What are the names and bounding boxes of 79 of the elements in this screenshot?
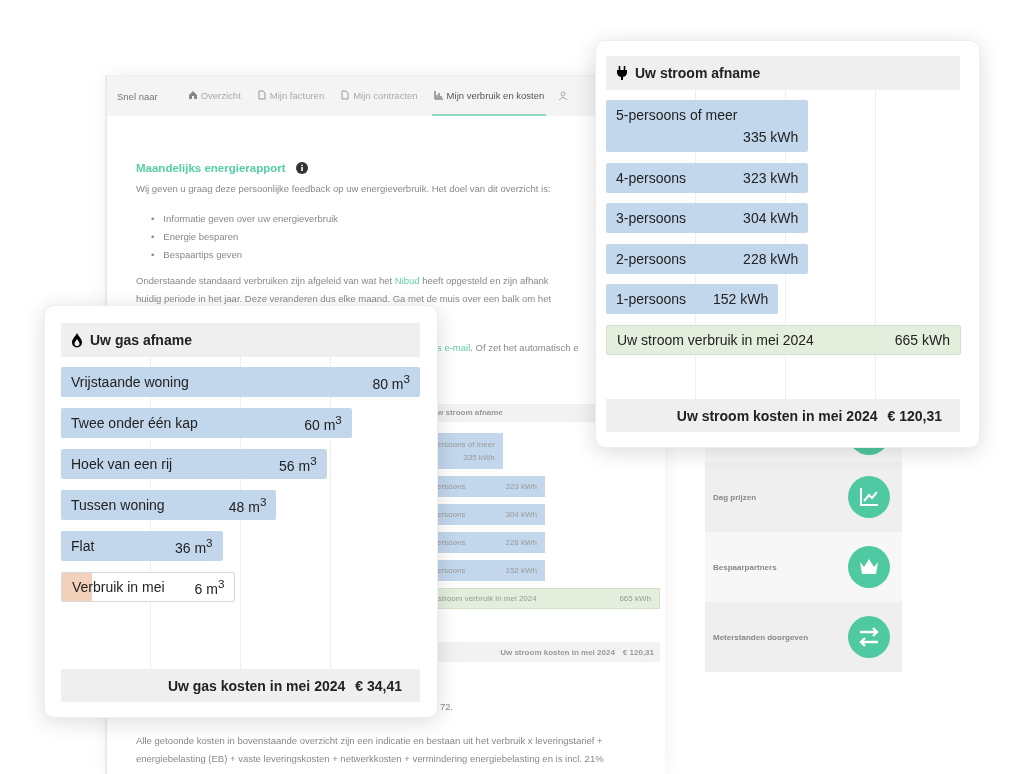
user-icon[interactable] (558, 91, 569, 101)
bar-value: 665 kWh (619, 594, 651, 603)
card-title: Uw gas afname (90, 332, 192, 348)
nav-tab[interactable]: Mijn facturen (254, 76, 327, 116)
list-bullet: • (151, 230, 155, 244)
bar-value: 304 kWh (505, 510, 538, 519)
explanation-text: huidig periode in het jaar. Deze veranderen dus elke maand. Ga met de muis over een balk om het (136, 292, 552, 306)
bar-label: ersoons (437, 510, 466, 519)
bar-label: 4-persoons (616, 169, 687, 186)
bar-value: 152 kWh (505, 566, 538, 575)
bar-value: 60 m$^{3}$ (303, 413, 342, 433)
nav-tab[interactable]: Mijn contracten (338, 76, 420, 116)
goal-item: Bespaartips geven (163, 248, 243, 262)
document-icon (340, 90, 351, 100)
nav-tab[interactable]: Overzicht (185, 76, 243, 116)
bar-label: ersoons (437, 538, 466, 547)
bar-value: 6 m$^{3}$ (194, 577, 225, 597)
bar-value: 56 m$^{3}$ (278, 454, 317, 474)
cost-label: Uw stroom kosten in mei 2024 (500, 647, 615, 657)
bar-value: 228 kWh (742, 250, 799, 267)
document-icon (256, 90, 267, 100)
list-bullet: • (151, 212, 155, 226)
goal-item: Energie besparen (163, 230, 239, 244)
bar-value: 335 kWh (742, 129, 799, 145)
card-title: Uw stroom afname (635, 65, 761, 81)
plug-icon (616, 65, 628, 81)
nibud-link[interactable]: Nibud (394, 275, 420, 286)
bar-label: Verbruik in mei (72, 579, 165, 595)
intro-text: Wij geven u graag deze persoonlijke feedback op uw energieverbruik. Het doel van dit overzicht is: (136, 182, 551, 196)
bar-label: Uw stroom verbruik in mei 2024 (617, 331, 814, 348)
flame-drop-icon (71, 332, 83, 348)
swap-arrows-icon (848, 616, 890, 658)
bar-value: 80 m$^{3}$ (371, 372, 410, 392)
explanation-text: Onderstaande standaard verbruiken zijn afgeleid van wat het Nibud heeft opgesteld en zijn afhank (136, 274, 549, 288)
bar-label: stroom verbruik in mei 2024 (438, 594, 537, 603)
bar-value: 323 kWh (742, 169, 799, 186)
bar-label: Twee onder één kap (71, 415, 198, 431)
bar-label: 1-persoons (616, 291, 687, 307)
info-icon[interactable] (295, 162, 308, 174)
bar-value: 335 kWh (462, 453, 495, 462)
sidebar-item[interactable]: Dag prijzen (705, 462, 902, 532)
sidebar-item[interactable]: Meterstanden doorgeven (705, 602, 902, 672)
costs-note-text: energiebelasting (EB) + vaste leveringskosten + netwerkkosten + vermindering energiebelasting en is incl. 21% (136, 752, 604, 766)
cost-value: € 120,31 (622, 647, 654, 657)
home-icon (187, 90, 198, 100)
bar-value: 36 m$^{3}$ (173, 536, 213, 556)
nav-tab[interactable]: Mijn verbruik en kosten (431, 76, 547, 116)
cost-value: € 34,41 (355, 677, 402, 694)
bar-label: ersoons (437, 482, 466, 491)
sidebar-label: Dag prijzen (713, 492, 757, 502)
goal-item: Informatie geven over uw energieverbruik (163, 212, 339, 226)
cost-label: Uw gas kosten in mei 2024 (167, 677, 346, 694)
list-bullet: • (151, 248, 155, 262)
bar-label: 3-persoons (616, 210, 687, 226)
bar-value: 48 m$^{3}$ (227, 495, 267, 515)
bar-label: 2-persoons (616, 250, 687, 267)
chart-icon (848, 476, 890, 518)
crown-icon (848, 546, 890, 588)
sidebar-label: Bespaarpartners (713, 562, 777, 572)
bar-value: 228 kWh (505, 538, 538, 547)
bar-chart-icon (433, 90, 444, 100)
bar-label: 5-persoons of meer (616, 107, 738, 123)
cost-label: Uw stroom kosten in mei 2024 (676, 407, 878, 424)
nav-label: Snel naar (117, 90, 158, 102)
bar-value: 304 kWh (742, 210, 799, 226)
costs-note-text: Alle getoonde kosten in bovenstaande overzicht zijn een indicatie en bestaan uit het verbruik x leveringstarief + (136, 734, 603, 748)
bar-label: ersoons of meer (437, 440, 495, 449)
bar-label: Vrijstaande woning (71, 374, 189, 390)
report-title: Maandelijks energierapport (136, 162, 286, 174)
bar-label: Tussen woning (71, 497, 165, 513)
bar-label: Flat (71, 538, 95, 554)
sidebar-label: Meterstanden doorgeven (713, 632, 809, 642)
cost-value: € 120,31 (887, 407, 942, 424)
bar-label: ersoons (437, 566, 466, 575)
bar-value: 665 kWh (893, 331, 950, 348)
footnote-text: 72. (439, 700, 454, 714)
bar-value: 323 kWh (505, 482, 538, 491)
bar-value: 152 kWh (711, 291, 769, 307)
bar-label: Hoek van een rij (71, 456, 173, 472)
